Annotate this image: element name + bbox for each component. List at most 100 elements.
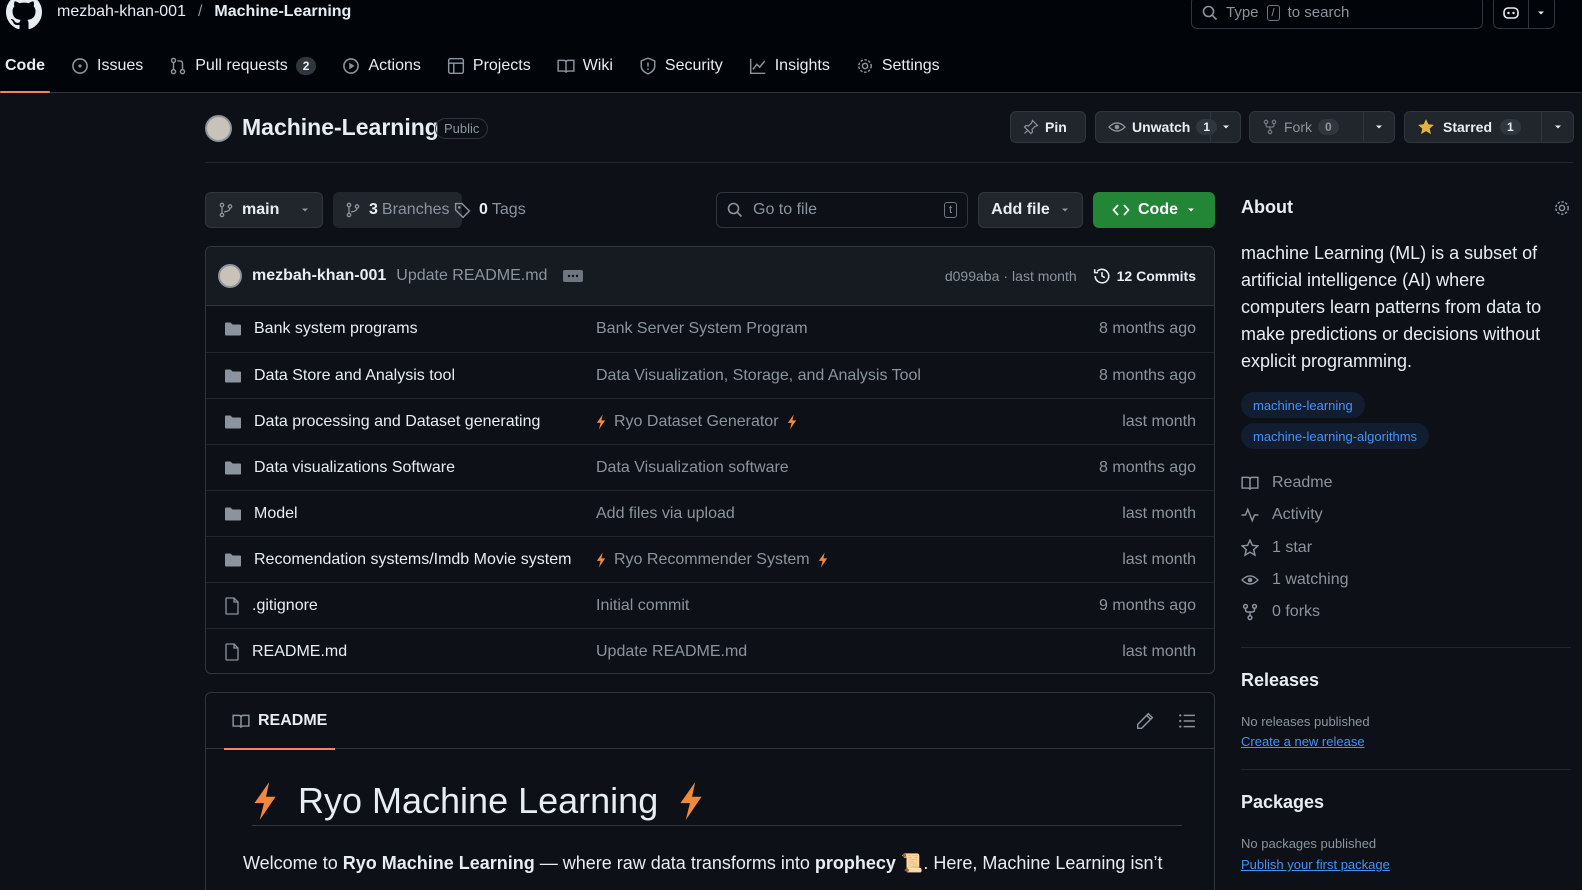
- starred-button[interactable]: Starred 1: [1404, 111, 1574, 143]
- commit-message-cell: Data Visualization, Storage, and Analysi…: [596, 367, 921, 385]
- forks-link[interactable]: 0 forks: [1241, 603, 1320, 621]
- file-name-link[interactable]: Model: [254, 505, 298, 523]
- commits-count: 12 Commits: [1116, 268, 1196, 284]
- tags-link[interactable]: 0 Tags: [450, 192, 538, 228]
- releases-heading[interactable]: Releases: [1241, 670, 1319, 691]
- file-name-link[interactable]: Recomendation systems/Imdb Movie system: [254, 551, 571, 569]
- chevron-down-icon[interactable]: [1529, 8, 1554, 18]
- github-logo-icon[interactable]: [6, 0, 42, 30]
- go-to-file-input[interactable]: Go to file t: [716, 192, 968, 228]
- search-icon: [1202, 5, 1218, 21]
- commit-message-link[interactable]: Add files via upload: [596, 505, 735, 523]
- readme-heading-text: Ryo Machine Learning: [298, 779, 659, 821]
- pin-label: Pin: [1045, 119, 1067, 135]
- watching-link[interactable]: 1 watching: [1241, 571, 1349, 589]
- file-name-link[interactable]: Bank system programs: [254, 320, 418, 338]
- global-search-input[interactable]: Type / to search: [1191, 0, 1483, 29]
- table-icon: [447, 57, 465, 75]
- tab-security[interactable]: Security: [626, 48, 736, 84]
- ellipsis-icon[interactable]: [563, 270, 584, 282]
- tab-wiki[interactable]: Wiki: [544, 48, 626, 84]
- copilot-menu[interactable]: [1493, 0, 1555, 29]
- table-row[interactable]: README.md Update README.md last month: [206, 628, 1214, 673]
- lightning-bolt-icon: [818, 552, 828, 568]
- code-label: Code: [1138, 201, 1178, 218]
- table-row[interactable]: Data Store and Analysis tool Data Visuali…: [206, 352, 1214, 398]
- commit-meta-dot: ·: [1003, 268, 1009, 284]
- history-icon: [1093, 267, 1111, 285]
- commit-message-link[interactable]: Initial commit: [596, 597, 689, 615]
- avatar[interactable]: [205, 115, 232, 142]
- create-release-link[interactable]: Create a new release: [1241, 734, 1365, 749]
- code-button[interactable]: Code: [1093, 192, 1215, 228]
- table-row[interactable]: Bank system programs Bank Server System P…: [206, 306, 1214, 352]
- readme-link[interactable]: Readme: [1241, 474, 1332, 492]
- readme-tab[interactable]: README: [224, 693, 336, 750]
- table-row[interactable]: Data visualizations Software Data Visuali…: [206, 444, 1214, 490]
- commits-link[interactable]: 12 Commits: [1093, 267, 1196, 285]
- publish-package-link[interactable]: Publish your first package: [1241, 857, 1390, 872]
- add-file-button[interactable]: Add file: [978, 192, 1083, 228]
- commit-message-link[interactable]: Ryo Dataset Generator: [614, 413, 779, 431]
- commit-message[interactable]: Update README.md: [396, 267, 547, 285]
- chevron-down-icon[interactable]: [1210, 112, 1240, 142]
- file-name-link[interactable]: .gitignore: [252, 597, 318, 615]
- commit-message-link[interactable]: Data Visualization software: [596, 459, 789, 477]
- avatar[interactable]: [218, 264, 242, 288]
- unwatch-label: Unwatch: [1132, 119, 1191, 135]
- fork-button[interactable]: Fork 0: [1249, 111, 1395, 143]
- breadcrumb: mezbah-khan-001 / Machine-Learning: [57, 3, 351, 21]
- readme-text: — where raw data transforms into: [534, 853, 815, 873]
- tab-code[interactable]: Code: [0, 48, 58, 93]
- tab-settings[interactable]: Settings: [843, 48, 953, 84]
- outline-list-icon[interactable]: [1178, 712, 1196, 730]
- tab-pull-requests[interactable]: Pull requests 2: [156, 48, 329, 84]
- tab-actions[interactable]: Actions: [329, 48, 433, 84]
- tab-issues[interactable]: Issues: [58, 48, 156, 84]
- file-icon: [224, 642, 240, 661]
- repo-title[interactable]: Machine-Learning: [242, 114, 439, 141]
- table-row[interactable]: Model Add files via upload last month: [206, 490, 1214, 536]
- breadcrumb-repo[interactable]: Machine-Learning: [214, 3, 351, 21]
- breadcrumb-owner[interactable]: mezbah-khan-001: [57, 3, 186, 21]
- star-count: 1: [1500, 119, 1521, 135]
- chevron-down-icon[interactable]: [1541, 112, 1573, 142]
- commit-hash[interactable]: d099aba: [945, 268, 1000, 284]
- pencil-icon[interactable]: [1136, 712, 1154, 730]
- pin-button[interactable]: Pin: [1010, 111, 1086, 143]
- gear-icon[interactable]: [1553, 199, 1571, 217]
- file-name-cell: Data Store and Analysis tool: [224, 367, 596, 385]
- commit-time-cell: last month: [1122, 504, 1196, 522]
- file-name-link[interactable]: Data processing and Dataset generating: [254, 413, 540, 431]
- commit-author[interactable]: mezbah-khan-001: [252, 267, 386, 285]
- file-name-link[interactable]: Data Store and Analysis tool: [254, 367, 455, 385]
- play-icon: [342, 57, 360, 75]
- file-name-link[interactable]: README.md: [252, 643, 347, 661]
- unwatch-button[interactable]: Unwatch 1: [1095, 111, 1241, 143]
- branch-icon: [218, 202, 234, 218]
- branches-link[interactable]: 3 Branches: [333, 192, 462, 228]
- branches-count: 3: [369, 201, 378, 218]
- table-row[interactable]: Data processing and Dataset generating Ry…: [206, 398, 1214, 444]
- packages-heading[interactable]: Packages: [1241, 792, 1324, 813]
- file-name-link[interactable]: Data visualizations Software: [254, 459, 455, 477]
- chevron-down-icon[interactable]: [1362, 112, 1394, 142]
- tab-insights[interactable]: Insights: [736, 48, 843, 84]
- table-row[interactable]: .gitignore Initial commit 9 months ago: [206, 582, 1214, 628]
- forks-label: 0 forks: [1272, 603, 1321, 620]
- commit-message-link[interactable]: Data Visualization, Storage, and Analysi…: [596, 367, 921, 385]
- tab-projects[interactable]: Projects: [434, 48, 544, 84]
- star-filled-icon: [1417, 118, 1435, 136]
- activity-link[interactable]: Activity: [1241, 506, 1323, 524]
- branch-select-button[interactable]: main: [205, 192, 323, 228]
- commit-message-link[interactable]: Bank Server System Program: [596, 320, 808, 338]
- topic-tag[interactable]: machine-learning: [1241, 392, 1365, 418]
- topic-tag[interactable]: machine-learning-algorithms: [1241, 423, 1430, 449]
- table-row[interactable]: Recomendation systems/Imdb Movie system R…: [206, 536, 1214, 582]
- commit-message-link[interactable]: Ryo Recommender System: [614, 551, 810, 569]
- commit-message-cell: Ryo Dataset Generator: [596, 413, 797, 431]
- shield-icon: [639, 57, 657, 75]
- stars-link[interactable]: 1 star: [1241, 539, 1312, 557]
- commit-message-link[interactable]: Update README.md: [596, 643, 747, 661]
- copilot-icon[interactable]: [1494, 0, 1529, 28]
